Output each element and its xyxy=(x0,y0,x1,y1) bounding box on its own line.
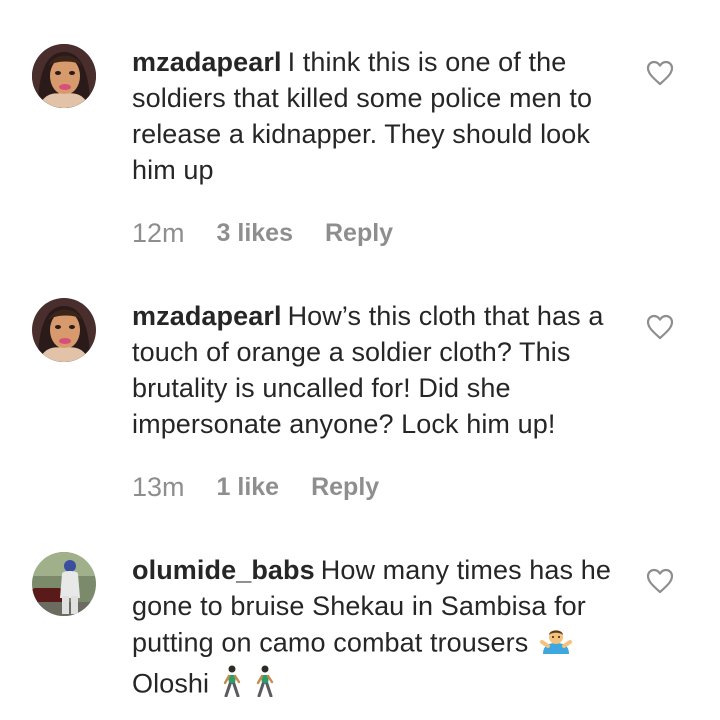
avatar[interactable] xyxy=(32,44,96,108)
comment-username[interactable]: mzadapearl xyxy=(132,301,282,331)
comment-text: mzadapearl How’s this cloth that has a to… xyxy=(132,298,628,442)
heart-icon[interactable] xyxy=(646,314,674,340)
comment-timestamp: 12m xyxy=(132,217,185,248)
avatar[interactable] xyxy=(32,552,96,616)
person-walking-emoji xyxy=(254,665,276,706)
person-shrugging-emoji xyxy=(539,624,572,665)
reply-button[interactable]: Reply xyxy=(325,219,393,248)
comment-username[interactable]: mzadapearl xyxy=(132,47,282,77)
reply-button[interactable]: Reply xyxy=(311,473,379,502)
comment-timestamp: 13m xyxy=(132,471,185,502)
likes-count[interactable]: 1 like xyxy=(217,473,280,502)
comment-username[interactable]: olumide_babs xyxy=(132,555,315,585)
comment-body-end: Oloshi xyxy=(132,668,210,699)
heart-icon[interactable] xyxy=(646,568,674,594)
likes-count[interactable]: 3 likes xyxy=(217,219,293,248)
person-walking-emoji xyxy=(221,665,243,706)
comment-text: mzadapearl I think this is one of the sol… xyxy=(132,44,628,188)
comment-text: olumide_babs How many times has he gone t… xyxy=(132,552,628,706)
comment-meta: 13m 1 like Reply xyxy=(132,472,379,502)
comment-meta: 12m 3 likes Reply xyxy=(132,218,393,248)
heart-icon[interactable] xyxy=(646,60,674,86)
avatar[interactable] xyxy=(32,298,96,362)
